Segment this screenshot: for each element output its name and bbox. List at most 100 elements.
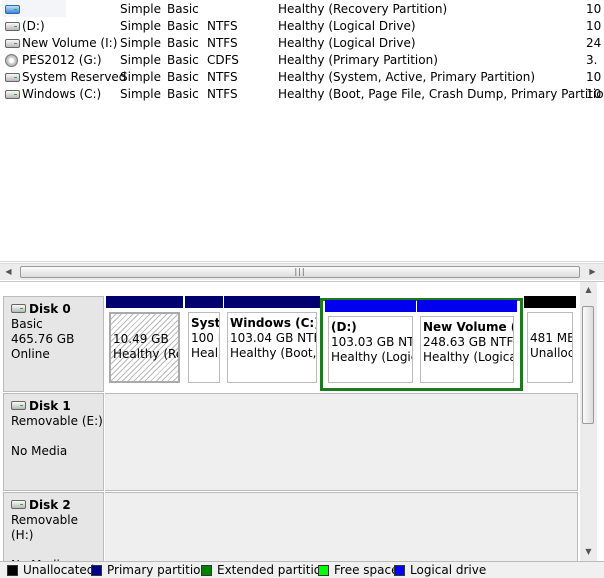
- partition-size: 10.49 GB: [113, 332, 169, 346]
- volume-row[interactable]: Simple Basic Healthy (Recovery Partition…: [0, 1, 604, 18]
- drive-icon: [4, 69, 20, 86]
- drive-blue-icon: [4, 1, 20, 18]
- disk-2-area: [105, 492, 578, 561]
- disk-title: Disk 1: [11, 399, 103, 414]
- partition-unallocated[interactable]: 481 MB Unalloc: [524, 296, 576, 387]
- scroll-left-icon[interactable]: ◀: [0, 264, 17, 280]
- volume-row[interactable]: New Volume (I:) Simple Basic NTFS Health…: [0, 35, 604, 52]
- volume-type: Basic: [167, 19, 199, 33]
- volume-type: Basic: [167, 70, 199, 84]
- volume-layout: Simple: [120, 19, 161, 33]
- volume-fs: CDFS: [207, 53, 239, 67]
- partition-bar: [417, 300, 517, 312]
- disk-panel: Disk 0 Basic 465.76 GB Online 10.49 GB H…: [0, 281, 604, 561]
- partition-status: Heal: [191, 346, 219, 360]
- partition-size: 100 I: [191, 331, 220, 345]
- volume-capacity: 24: [586, 36, 602, 50]
- partition-body: New Volume (I 248.63 GB NTFS Healthy (Lo…: [420, 316, 514, 383]
- partition-size: 248.63 GB NTFS: [423, 335, 514, 349]
- legend-label: Free space: [334, 563, 399, 577]
- volume-capacity: 10: [586, 70, 602, 84]
- volume-name: New Volume (I:): [22, 36, 118, 50]
- disk-1-label[interactable]: Disk 1 Removable (E:) No Media: [3, 393, 104, 491]
- partition-bar: [524, 296, 576, 308]
- partition-body: (D:) 103.03 GB NTF Healthy (Logic: [328, 316, 413, 383]
- disk-title: Disk 2: [11, 498, 103, 513]
- scroll-right-icon[interactable]: ▶: [584, 264, 601, 280]
- drive-icon: [4, 86, 20, 103]
- partition-body: 10.49 GB Healthy (Re: [109, 312, 180, 383]
- scroll-up-icon[interactable]: ▲: [580, 282, 597, 298]
- vertical-scroll-thumb[interactable]: [582, 306, 594, 424]
- partition-bar: [224, 296, 320, 308]
- legend-swatch: [91, 565, 102, 576]
- partition-name: (D:): [331, 320, 357, 334]
- partition-d[interactable]: (D:) 103.03 GB NTF Healthy (Logic: [325, 300, 416, 387]
- partition-name: New Volume (I: [423, 320, 514, 334]
- partition-recovery[interactable]: 10.49 GB Healthy (Re: [106, 296, 183, 387]
- scroll-grip-icon: |||: [294, 267, 306, 276]
- partition-body: Syst 100 I Heal: [188, 312, 220, 383]
- volume-type: Basic: [167, 2, 199, 16]
- partition-windows-c[interactable]: Windows (C:) 103.04 GB NTFS Healthy (Boo…: [224, 296, 320, 387]
- legend-label: Extended partition: [217, 563, 329, 577]
- drive-icon: [4, 35, 20, 52]
- volume-fs: NTFS: [207, 70, 238, 84]
- disk-0-label[interactable]: Disk 0 Basic 465.76 GB Online: [3, 296, 104, 392]
- volume-row[interactable]: Windows (C:) Simple Basic NTFS Healthy (…: [0, 86, 604, 103]
- volume-layout: Simple: [120, 53, 161, 67]
- partition-size: 481 MB: [530, 331, 573, 345]
- volume-status: Healthy (Boot, Page File, Crash Dump, Pr…: [278, 87, 604, 101]
- partition-status: Unalloc: [530, 346, 573, 360]
- disk-state: No Media: [11, 444, 68, 458]
- cd-icon: [4, 52, 20, 69]
- disk-state: Online: [11, 347, 50, 361]
- volume-fs: NTFS: [207, 36, 238, 50]
- partition-name: Windows (C:): [230, 316, 317, 330]
- drive-icon: [4, 18, 20, 35]
- volume-type: Basic: [167, 53, 199, 67]
- volume-row[interactable]: PES2012 (G:) Simple Basic CDFS Healthy (…: [0, 52, 604, 69]
- partition-status: Healthy (Logical: [423, 350, 514, 364]
- volume-list[interactable]: Simple Basic Healthy (Recovery Partition…: [0, 0, 604, 262]
- disk-icon: [11, 401, 26, 410]
- disk-icon: [11, 500, 26, 509]
- partition-name: [113, 317, 178, 332]
- partition-size: 103.03 GB NTF: [331, 335, 413, 349]
- volume-name: PES2012 (G:): [22, 53, 102, 67]
- volume-row[interactable]: System Reserved Simple Basic NTFS Health…: [0, 69, 604, 86]
- partition-bar: [185, 296, 223, 308]
- partition-new-volume-i[interactable]: New Volume (I 248.63 GB NTFS Healthy (Lo…: [417, 300, 517, 387]
- horizontal-scroll-thumb[interactable]: |||: [20, 266, 580, 278]
- vertical-scrollbar[interactable]: ▲ ▼: [580, 282, 597, 561]
- volume-status: Healthy (Recovery Partition): [278, 2, 448, 16]
- volume-capacity: 3.: [586, 53, 598, 67]
- volume-layout: Simple: [120, 87, 161, 101]
- volume-fs: NTFS: [207, 87, 238, 101]
- scroll-down-icon[interactable]: ▼: [580, 544, 597, 560]
- volume-type: Basic: [167, 36, 199, 50]
- partition-status: Healthy (Re: [113, 347, 180, 361]
- legend-label: Logical drive: [410, 563, 487, 577]
- horizontal-scrollbar[interactable]: ◀ ||| ▶: [0, 263, 604, 280]
- volume-capacity: 10: [586, 19, 602, 33]
- disk-1-area: [105, 393, 578, 491]
- legend-label: Unallocated: [23, 563, 95, 577]
- legend-swatch: [7, 565, 18, 576]
- volume-capacity: 10: [586, 2, 602, 16]
- volume-row[interactable]: (D:) Simple Basic NTFS Healthy (Logical …: [0, 18, 604, 35]
- disk-2-label[interactable]: Disk 2 Removable (H:) No Media: [3, 492, 104, 561]
- partition-status: Healthy (Logic: [331, 350, 413, 364]
- legend-swatch: [201, 565, 212, 576]
- volume-layout: Simple: [120, 2, 161, 16]
- volume-type: Basic: [167, 87, 199, 101]
- legend-swatch: [318, 565, 329, 576]
- partition-status: Healthy (Boot, I: [230, 346, 317, 360]
- disk-type: Removable (H:): [11, 513, 79, 542]
- disk-icon: [11, 304, 26, 313]
- volume-status: Healthy (System, Active, Primary Partiti…: [278, 70, 536, 84]
- partition-name: Syst: [191, 316, 220, 330]
- volume-capacity: 10: [586, 87, 602, 101]
- partition-system-reserved[interactable]: Syst 100 I Heal: [185, 296, 223, 387]
- volume-status: Healthy (Logical Drive): [278, 36, 416, 50]
